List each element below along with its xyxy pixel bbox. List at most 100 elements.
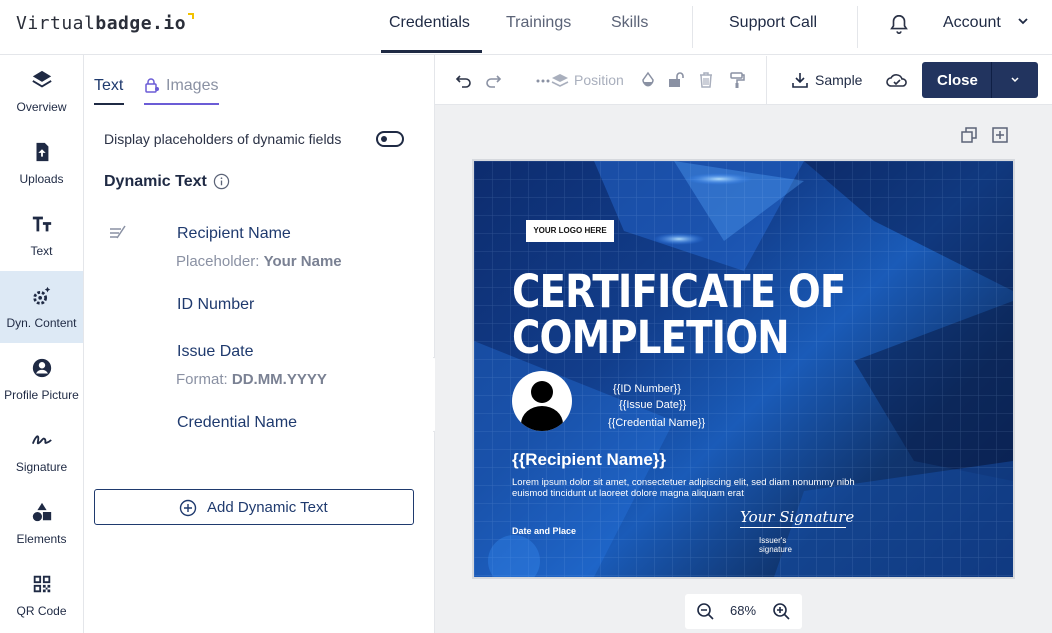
sidebar-item-label: Overview [16, 100, 67, 114]
field-issue-date[interactable]: Issue Date [177, 343, 253, 361]
zoom-level: 68% [730, 603, 757, 618]
chevron-down-icon[interactable] [1010, 75, 1020, 85]
sidebar-item-label: Profile Picture [4, 388, 79, 402]
tab-text[interactable]: Text [94, 77, 123, 95]
sidebar-item-uploads[interactable]: Uploads [0, 127, 83, 199]
divider [857, 6, 858, 48]
description-text[interactable]: Lorem ipsum dolor sit amet, consectetuer… [512, 477, 882, 499]
profile-picture-placeholder[interactable] [512, 371, 572, 431]
text-icon [32, 216, 52, 232]
format-painter-icon[interactable] [728, 71, 746, 89]
sidebar-item-label: Uploads [19, 172, 64, 186]
certificate-title-line2: COMPLETION [512, 311, 790, 364]
tab-images[interactable]: Images [166, 77, 218, 95]
close-button[interactable]: Close [922, 62, 1038, 98]
sidebar-item-label: Dyn. Content [6, 316, 77, 330]
date-and-place[interactable]: Date and Place [512, 526, 576, 536]
sidebar-item-profile-picture[interactable]: Profile Picture [0, 343, 83, 415]
unlock-icon[interactable] [667, 71, 685, 89]
sidebar-item-text[interactable]: Text [0, 199, 83, 271]
nav-credentials[interactable]: Credentials [389, 14, 470, 32]
nav-trainings[interactable]: Trainings [506, 14, 571, 32]
shapes-icon [32, 502, 52, 522]
account-menu[interactable]: Account [943, 14, 1001, 32]
toolbar-divider [766, 56, 767, 104]
signature-placeholder[interactable]: Your Signature [740, 508, 854, 526]
cloud-save-icon[interactable] [885, 71, 909, 89]
issuer-signature-label[interactable]: Issuer's signature [759, 536, 819, 554]
bell-icon[interactable] [888, 12, 910, 36]
field-recipient-name[interactable]: Recipient Name [177, 225, 291, 243]
logo-mark [188, 13, 195, 19]
position-button[interactable]: Position [574, 72, 624, 88]
layers-icon [32, 70, 52, 88]
logo-placeholder[interactable]: YOUR LOGO HERE [526, 220, 614, 242]
sidebar-item-label: Text [30, 244, 53, 258]
sidebar-item-signature[interactable]: Signature [0, 415, 83, 487]
sidebar-item-label: Elements [16, 532, 67, 546]
sidebar: Overview Uploads Text Dyn. Content Profi… [0, 55, 84, 633]
logo-text-light: Virtual [16, 13, 96, 34]
redo-icon[interactable] [484, 71, 502, 89]
field-id-number[interactable]: ID Number [177, 296, 254, 314]
sidebar-item-overview[interactable]: Overview [0, 55, 83, 127]
issue-date-field[interactable]: {{Issue Date}} [619, 399, 686, 411]
add-dynamic-text-label: Add Dynamic Text [207, 499, 328, 516]
field-sub-label: Placeholder: [176, 253, 260, 270]
recipient-name-field[interactable]: {{Recipient Name}} [512, 450, 666, 470]
toggle-label: Display placeholders of dynamic fields [104, 131, 342, 147]
zoom-in-icon[interactable] [772, 602, 790, 620]
sidebar-item-label: Signature [15, 460, 68, 474]
info-icon[interactable] [213, 173, 230, 190]
top-bar: Virtualbadge.io Credentials Trainings Sk… [0, 0, 1052, 55]
nav-active-indicator [381, 50, 482, 53]
position-layers-icon[interactable] [536, 71, 570, 89]
dynamic-content-icon [33, 286, 51, 305]
sidebar-item-qr-code[interactable]: QR Code [0, 559, 83, 631]
toggle-knob [381, 136, 387, 142]
divider [692, 6, 693, 48]
certificate-title[interactable]: CERTIFICATE OF COMPLETION [512, 265, 846, 364]
qr-code-icon [33, 575, 51, 593]
avatar-body [521, 406, 563, 431]
color-drop-icon[interactable] [639, 71, 657, 89]
logo-text-bold: badge.io [95, 13, 187, 34]
nav-skills[interactable]: Skills [611, 14, 648, 32]
avatar-head [531, 381, 553, 403]
close-button-divider [991, 62, 992, 98]
sidebar-item-elements[interactable]: Elements [0, 487, 83, 559]
certificate-title-line1: CERTIFICATE OF [512, 265, 846, 318]
section-title: Dynamic Text [104, 173, 207, 190]
sidebar-item-dyn-content[interactable]: Dyn. Content [0, 271, 83, 343]
field-issue-date-format: Format: DD.MM.YYYY [176, 371, 327, 388]
zoom-control: 68% [685, 594, 802, 629]
sidebar-item-label: QR Code [16, 604, 67, 618]
id-number-field[interactable]: {{ID Number}} [613, 383, 681, 395]
add-page-icon[interactable] [991, 126, 1009, 144]
field-sub-value: Your Name [263, 253, 342, 270]
zoom-out-icon[interactable] [696, 602, 714, 620]
chevron-down-icon[interactable] [1017, 15, 1029, 27]
support-call-link[interactable]: Support Call [729, 14, 817, 32]
lock-image-icon [145, 78, 159, 93]
field-recipient-placeholder: Placeholder: Your Name [176, 253, 342, 270]
duplicate-icon[interactable] [960, 126, 978, 144]
close-button-label: Close [937, 72, 978, 89]
credential-name-field[interactable]: {{Credential Name}} [608, 417, 705, 429]
trash-icon[interactable] [697, 71, 715, 89]
undo-icon[interactable] [455, 71, 473, 89]
download-icon[interactable] [791, 71, 809, 89]
field-sub-value: DD.MM.YYYY [231, 371, 327, 388]
add-dynamic-text-button[interactable]: Add Dynamic Text [94, 489, 414, 525]
sample-button[interactable]: Sample [815, 72, 862, 88]
text-edit-icon[interactable] [109, 225, 127, 241]
signature-icon [31, 435, 52, 445]
field-sub-label: Format: [176, 371, 228, 388]
logo[interactable]: Virtualbadge.io [16, 13, 195, 34]
dynamic-content-panel: Text Images Display placeholders of dyna… [84, 55, 435, 633]
placeholder-toggle[interactable] [376, 131, 404, 147]
tab-images-indicator [144, 103, 219, 105]
profile-icon [32, 358, 52, 378]
field-credential-name[interactable]: Credential Name [177, 414, 297, 432]
certificate-canvas[interactable]: YOUR LOGO HERE CERTIFICATE OF COMPLETION… [472, 159, 1015, 579]
